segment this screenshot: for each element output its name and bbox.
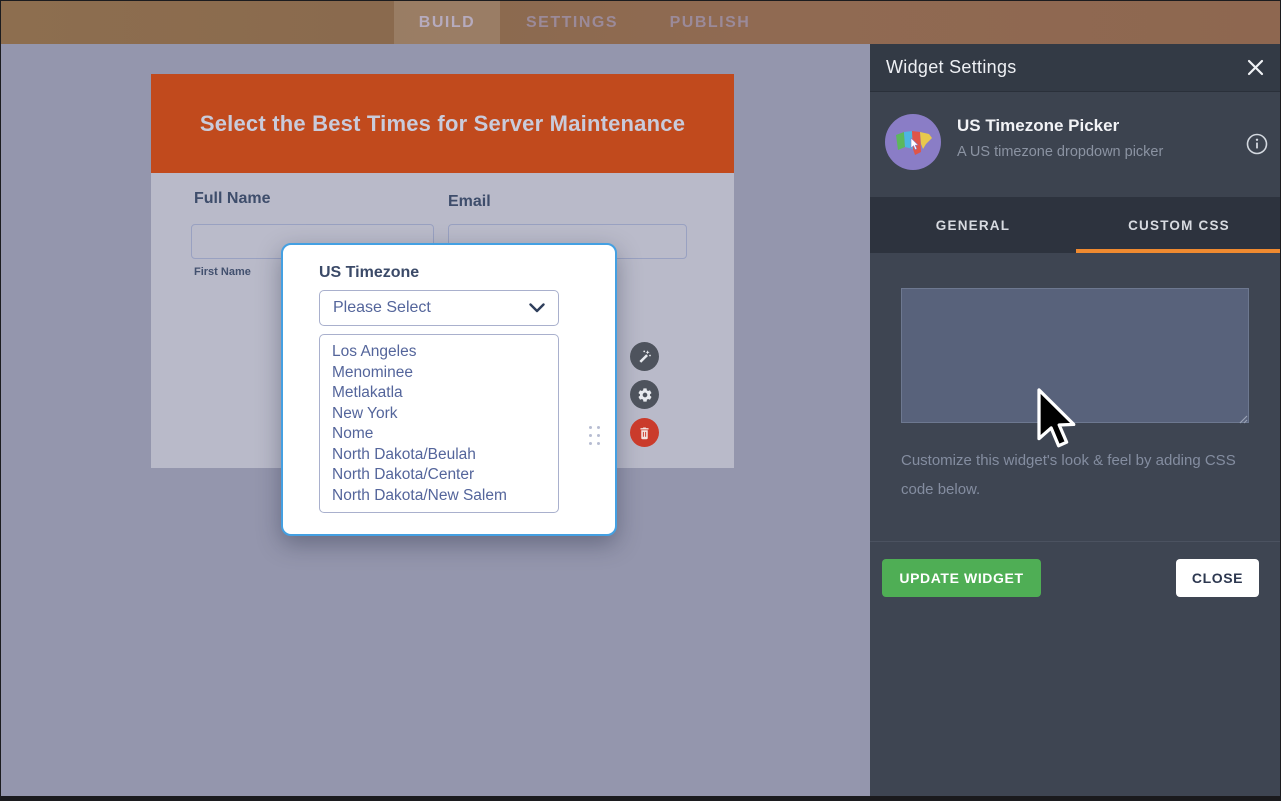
us-timezone-select-value: Please Select	[333, 299, 529, 317]
full-name-label: Full Name	[194, 190, 270, 208]
first-name-sublabel: First Name	[194, 266, 251, 278]
field-settings-button[interactable]	[630, 380, 659, 409]
widget-info-section: US Timezone Picker A US timezone dropdow…	[870, 92, 1281, 197]
timezone-option[interactable]: North Dakota/Beulah	[332, 445, 558, 466]
us-timezone-widget-popup: US Timezone Please Select Los Angeles Me…	[281, 243, 617, 536]
panel-footer: UPDATE WIDGET CLOSE	[870, 541, 1281, 796]
us-timezone-widget-icon	[885, 114, 941, 170]
timezone-option[interactable]: New York	[332, 404, 558, 425]
panel-header: Widget Settings	[870, 44, 1281, 92]
chevron-down-icon	[529, 303, 545, 313]
tab-publish[interactable]: PUBLISH	[651, 1, 769, 44]
panel-tab-bar: GENERAL CUSTOM CSS	[870, 197, 1281, 253]
drag-handle[interactable]	[589, 426, 601, 446]
update-widget-button[interactable]: UPDATE WIDGET	[882, 559, 1041, 597]
timezone-option[interactable]: North Dakota/Center	[332, 465, 558, 486]
panel-close-button[interactable]	[1244, 57, 1266, 79]
tab-build[interactable]: BUILD	[394, 1, 500, 44]
timezone-option[interactable]: Los Angeles	[332, 342, 558, 363]
top-navigation-bar: BUILD SETTINGS PUBLISH	[1, 1, 1280, 44]
us-timezone-label: US Timezone	[319, 264, 419, 282]
form-builder-app: BUILD SETTINGS PUBLISH Select the Best T…	[0, 0, 1281, 801]
window-bottom-edge	[1, 796, 1281, 801]
tab-general[interactable]: GENERAL	[870, 197, 1076, 253]
info-icon	[1246, 133, 1268, 155]
magic-wand-icon	[637, 349, 652, 364]
custom-css-content: Customize this widget's look & feel by a…	[870, 253, 1281, 541]
us-timezone-listbox[interactable]: Los Angeles Menominee Metlakatla New Yor…	[319, 334, 559, 513]
timezone-option[interactable]: Metlakatla	[332, 383, 558, 404]
form-header: Select the Best Times for Server Mainten…	[151, 74, 734, 173]
timezone-option[interactable]: Nome	[332, 424, 558, 445]
close-button[interactable]: CLOSE	[1176, 559, 1259, 597]
form-title: Select the Best Times for Server Mainten…	[200, 111, 685, 137]
us-timezone-select[interactable]: Please Select	[319, 290, 559, 326]
gear-icon	[637, 387, 653, 403]
tab-custom-css[interactable]: CUSTOM CSS	[1076, 197, 1281, 253]
delete-field-button[interactable]	[630, 418, 659, 447]
css-code-textarea[interactable]	[901, 288, 1249, 423]
widget-settings-panel: Widget Settings US Timezone Picker A	[870, 44, 1281, 796]
form-canvas: Select the Best Times for Server Mainten…	[1, 44, 870, 796]
timezone-option[interactable]: Menominee	[332, 363, 558, 384]
trash-icon	[638, 426, 651, 440]
widget-description: A US timezone dropdown picker	[957, 144, 1163, 160]
magic-wand-button[interactable]	[630, 342, 659, 371]
widget-info-button[interactable]	[1245, 132, 1269, 156]
timezone-option[interactable]: North Dakota/New Salem	[332, 486, 558, 507]
email-label: Email	[448, 193, 491, 211]
css-help-text: Customize this widget's look & feel by a…	[901, 446, 1253, 504]
tab-settings[interactable]: SETTINGS	[507, 1, 637, 44]
widget-name: US Timezone Picker	[957, 116, 1119, 136]
close-icon	[1247, 59, 1264, 76]
panel-title: Widget Settings	[886, 57, 1244, 78]
